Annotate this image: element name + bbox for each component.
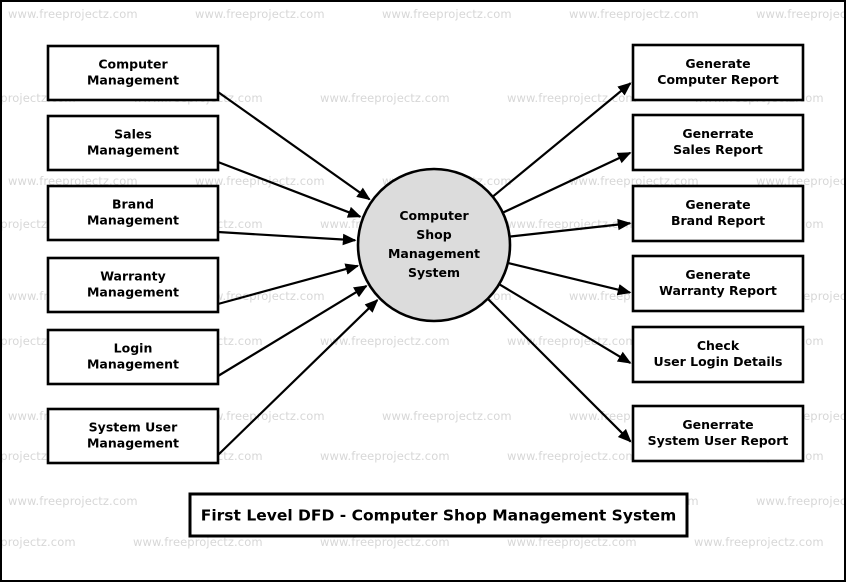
process-circle-shape: [356, 167, 512, 323]
entity-label-line: Management: [87, 73, 179, 88]
entity-label-line: Brand: [112, 197, 154, 212]
entity-label-line: Management: [87, 357, 179, 372]
process-label-line: Management: [388, 246, 480, 261]
entity-label-line: Check: [697, 338, 740, 353]
input-entity-brand-management[interactable]: BrandManagement: [46, 184, 220, 242]
input-entity-system-user-management[interactable]: System UserManagement: [46, 407, 220, 465]
entity-label-line: Management: [87, 436, 179, 451]
output-entities-layer: GenerateComputer ReportGenerrateSales Re…: [631, 43, 805, 463]
watermark-text: www.freeprojectz.com: [507, 449, 637, 463]
process-label-line: System: [408, 265, 460, 280]
input-entity-sales-management[interactable]: SalesManagement: [46, 114, 220, 172]
watermark-text: www.freeprojectz.com: [382, 7, 512, 21]
entity-label-line: Sales: [114, 127, 152, 142]
flow-in-brand-management: [217, 230, 357, 246]
entity-label-line: User Login Details: [654, 354, 783, 369]
watermark-text: www.freeprojectz.com: [694, 535, 824, 549]
watermark-text: www.freeprojectz.com: [569, 7, 699, 21]
watermark-text: www.freeprojectz.com: [756, 494, 846, 508]
input-entities-layer: ComputerManagementSalesManagementBrandMa…: [46, 44, 220, 465]
output-entity-generate-brand-report[interactable]: GenerateBrand Report: [631, 184, 805, 243]
diagram-title-text: First Level DFD - Computer Shop Manageme…: [201, 507, 677, 525]
central-process[interactable]: Computer Shop Management System: [356, 167, 512, 323]
entity-label-line: Generate: [685, 267, 750, 282]
entity-label-line: Generrate: [682, 126, 753, 141]
watermark-text: www.freeprojectz.com: [195, 7, 325, 21]
output-entity-check-user-login-details[interactable]: CheckUser Login Details: [631, 325, 805, 384]
output-entity-generate-warranty-report[interactable]: GenerateWarranty Report: [631, 254, 805, 313]
entity-label-line: Management: [87, 285, 179, 300]
entity-label-line: Generrate: [682, 417, 753, 432]
watermark-text: www.freeprojectz.com: [320, 449, 450, 463]
watermark-text: www.freeprojectz.com: [8, 7, 138, 21]
dfd-diagram-canvas: www.freeprojectz.com www.freeprojectz.com…: [0, 0, 846, 582]
diagram-title-box: First Level DFD - Computer Shop Manageme…: [188, 492, 689, 538]
watermark-text: www.freeprojectz.com: [0, 535, 76, 549]
process-label-line: Computer: [399, 208, 469, 223]
process-label-line: Shop: [416, 227, 451, 242]
watermark-text: www.freeprojectz.com: [382, 409, 512, 423]
flow-in-system-user-management: [217, 299, 379, 456]
entity-label-line: Generate: [685, 197, 750, 212]
entity-label-line: Management: [87, 143, 179, 158]
entity-label-line: System User Report: [648, 433, 789, 448]
watermark-text: www.freeprojectz.com: [8, 494, 138, 508]
input-entity-login-management[interactable]: LoginManagement: [46, 328, 220, 386]
dfd-page: www.freeprojectz.com www.freeprojectz.com…: [0, 0, 846, 582]
watermark-text: www.freeprojectz.com: [756, 7, 846, 21]
entity-label-line: System User: [89, 420, 178, 435]
entity-label-line: Management: [87, 213, 179, 228]
entity-label-line: Computer Report: [657, 72, 778, 87]
input-entity-computer-management[interactable]: ComputerManagement: [46, 44, 220, 102]
watermark-text: www.freeprojectz.com: [320, 91, 450, 105]
flow-in-sales-management: [217, 160, 362, 218]
output-entity-generrate-system-user-report[interactable]: GenerrateSystem User Report: [631, 404, 805, 463]
output-entity-generrate-sales-report[interactable]: GenerrateSales Report: [631, 113, 805, 172]
entity-label-line: Login: [114, 341, 153, 356]
entity-label-line: Computer: [98, 57, 168, 72]
input-entity-warranty-management[interactable]: WarrantyManagement: [46, 256, 220, 314]
entity-label-line: Brand Report: [671, 213, 765, 228]
output-entity-generate-computer-report[interactable]: GenerateComputer Report: [631, 43, 805, 102]
entity-label-line: Warranty Report: [659, 283, 777, 298]
entity-label-line: Warranty: [100, 269, 166, 284]
entity-label-line: Generate: [685, 56, 750, 71]
entity-label-line: Sales Report: [673, 142, 763, 157]
